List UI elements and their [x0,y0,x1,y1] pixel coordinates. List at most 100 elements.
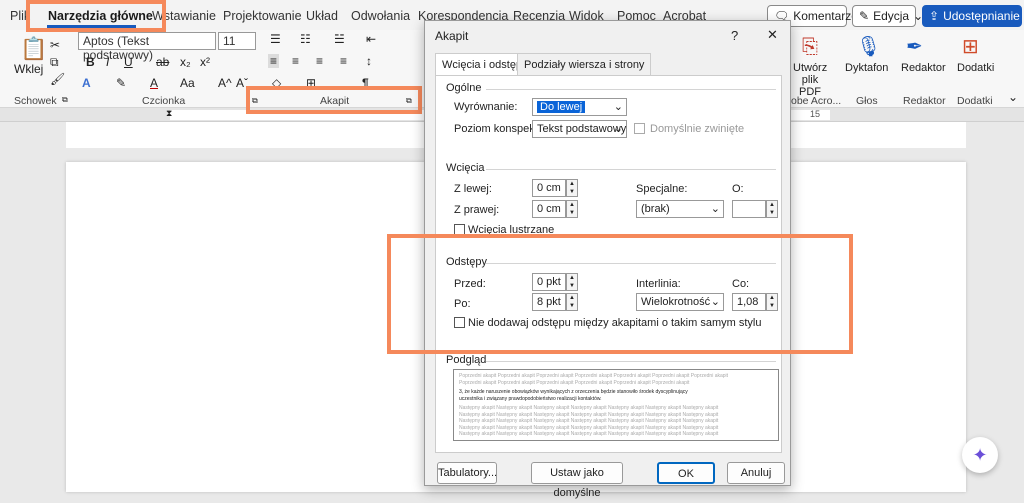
numbering-icon[interactable]: ☷ [300,32,311,46]
italic-icon[interactable]: I [106,55,109,69]
bold-icon[interactable]: B [86,55,95,69]
preview-prev-line: Poprzedni akapit Poprzedni akapit Poprze… [459,373,773,380]
indentation-heading: Wcięcia [446,162,485,174]
pencil-icon: ✎ [859,9,869,23]
pdf-icon[interactable]: ⎘ [802,36,818,59]
underline-icon[interactable]: U [124,55,133,69]
justify-icon[interactable]: ≡ [340,54,347,68]
decrease-indent-icon[interactable]: ⇤ [366,32,376,46]
dialog-launcher-icon[interactable]: ⧉ [62,95,68,105]
editor-button[interactable]: Redaktor [901,62,946,74]
divider [486,361,776,362]
align-center-icon[interactable]: ≡ [292,54,299,68]
chevron-down-icon: ⌄ [614,100,623,113]
indent-right-input[interactable]: 0 cm [532,200,566,218]
collapsed-label: Domyślnie zwinięte [650,123,744,135]
share-icon: ⇪ [929,9,939,23]
dialog-title: Akapit [435,29,468,43]
font-size-value: 11 [223,34,235,48]
subscript-icon[interactable]: x₂ [180,55,191,69]
acrobat-group-label: obe Acro... [791,95,841,107]
indent-by-spinner[interactable]: ▲▼ [766,200,778,218]
share-label: Udostępnianie [943,9,1020,23]
font-size-combo[interactable]: 11 [218,32,256,50]
alignment-select[interactable]: Do lewej ⌄ [532,98,627,116]
preview-prev-line: Poprzedni akapit Poprzedni akapit Poprze… [459,380,773,387]
highlight-paragraph-group [246,86,422,114]
indent-by-input[interactable] [732,200,766,218]
change-case-icon[interactable]: Aa [180,76,195,90]
divider [486,89,776,90]
font-color-icon[interactable]: A [150,76,158,90]
comments-label: Komentarze [793,9,858,23]
tab-line-page-breaks[interactable]: Podziały wiersza i strony [517,53,651,75]
highlight-home-tab [26,0,166,32]
help-button[interactable]: ? [731,28,738,43]
alignment-label: Wyrównanie: [454,101,517,113]
clipboard-group-label: Schowek [14,95,57,107]
voice-group-label: Głos [856,95,878,107]
copilot-icon[interactable]: ✦ [962,437,998,473]
tabs-button[interactable]: Tabulatory... [437,462,497,484]
highlight-spacing-section [387,234,853,354]
preview-next-line: Następny akapit Następny akapit Następny… [459,431,773,438]
special-indent-label: Specjalne: [636,183,687,195]
font-group-label: Czcionka [142,95,185,107]
addins-group-label: Dodatki [957,95,993,107]
indent-marker-icon[interactable]: ⧗ [166,108,172,119]
set-default-button[interactable]: Ustaw jako domyślne [531,462,623,484]
highlight-icon[interactable]: ✎ [116,76,126,90]
font-name-combo[interactable]: Aptos (Tekst podstawowy) [78,32,216,50]
collapse-ribbon-icon[interactable]: ⌄ [1008,90,1018,104]
outline-level-select[interactable]: Tekst podstawowy⌄ [532,120,627,138]
format-painter-icon[interactable]: 🖌 [50,72,65,86]
cancel-button[interactable]: Anuluj [727,462,785,484]
multilevel-list-icon[interactable]: ☱ [334,32,345,46]
align-right-icon[interactable]: ≡ [316,54,323,68]
strikethrough-icon[interactable]: ab [156,55,169,69]
tab-design[interactable]: Projektowanie [223,9,302,23]
share-button[interactable]: ⇪Udostępnianie⌄ [922,5,1022,27]
grow-font-icon[interactable]: A^ [218,76,232,90]
bullets-icon[interactable]: ☰ [270,32,281,46]
editor-group-label: Redaktor [903,95,946,107]
divider [486,169,776,170]
paste-button[interactable]: Wklej [14,62,43,76]
editing-button[interactable]: ✎Edycja⌄ [852,5,916,27]
paste-icon[interactable]: 📋 [20,36,47,62]
addins-icon[interactable]: ⊞ [962,34,979,59]
align-left-icon[interactable]: ≡ [268,54,279,68]
indent-left-label: Z lewej: [454,183,492,195]
create-pdf-button[interactable]: Utwórz plik PDF [793,62,827,98]
preview-heading: Podgląd [446,354,486,366]
chevron-down-icon: ⌄ [614,122,623,135]
general-heading: Ogólne [446,82,481,94]
tab-layout[interactable]: Układ [306,9,338,23]
cut-icon[interactable]: ✂ [50,38,60,52]
collapsed-checkbox[interactable] [634,123,645,134]
preview-main-text: 3, że każde naruszenie obowiązków wynika… [459,389,773,402]
text-effects-icon[interactable]: A [82,76,91,90]
indent-right-spinner[interactable]: ▲▼ [566,200,578,218]
copy-icon[interactable]: ⧉ [50,55,59,70]
microphone-icon[interactable]: 🎙 [856,34,881,59]
special-indent-select[interactable]: (brak) ⌄ [636,200,724,218]
chevron-down-icon: ⌄ [711,202,720,215]
indent-left-input[interactable]: 0 cm [532,179,566,197]
special-indent-value: (brak) [641,203,670,215]
tab-references[interactable]: Odwołania [351,9,410,23]
indent-left-value: 0 cm [537,182,561,194]
preview-main-line: uczestnika i związany prawdopodobieństwo… [459,396,773,403]
alignment-value: Do lewej [537,101,585,113]
editor-icon[interactable]: ✒ [906,34,923,59]
ok-button[interactable]: OK [657,462,715,484]
dictate-button[interactable]: Dyktafon [845,62,888,74]
addins-button[interactable]: Dodatki [957,62,994,74]
indent-right-label: Z prawej: [454,204,499,216]
editing-label: Edycja [873,9,909,23]
superscript-icon[interactable]: x² [200,55,210,69]
indent-left-spinner[interactable]: ▲▼ [566,179,578,197]
line-spacing-icon[interactable]: ↕ [366,54,372,68]
indent-by-label: O: [732,183,744,195]
close-button[interactable]: ✕ [767,27,778,43]
